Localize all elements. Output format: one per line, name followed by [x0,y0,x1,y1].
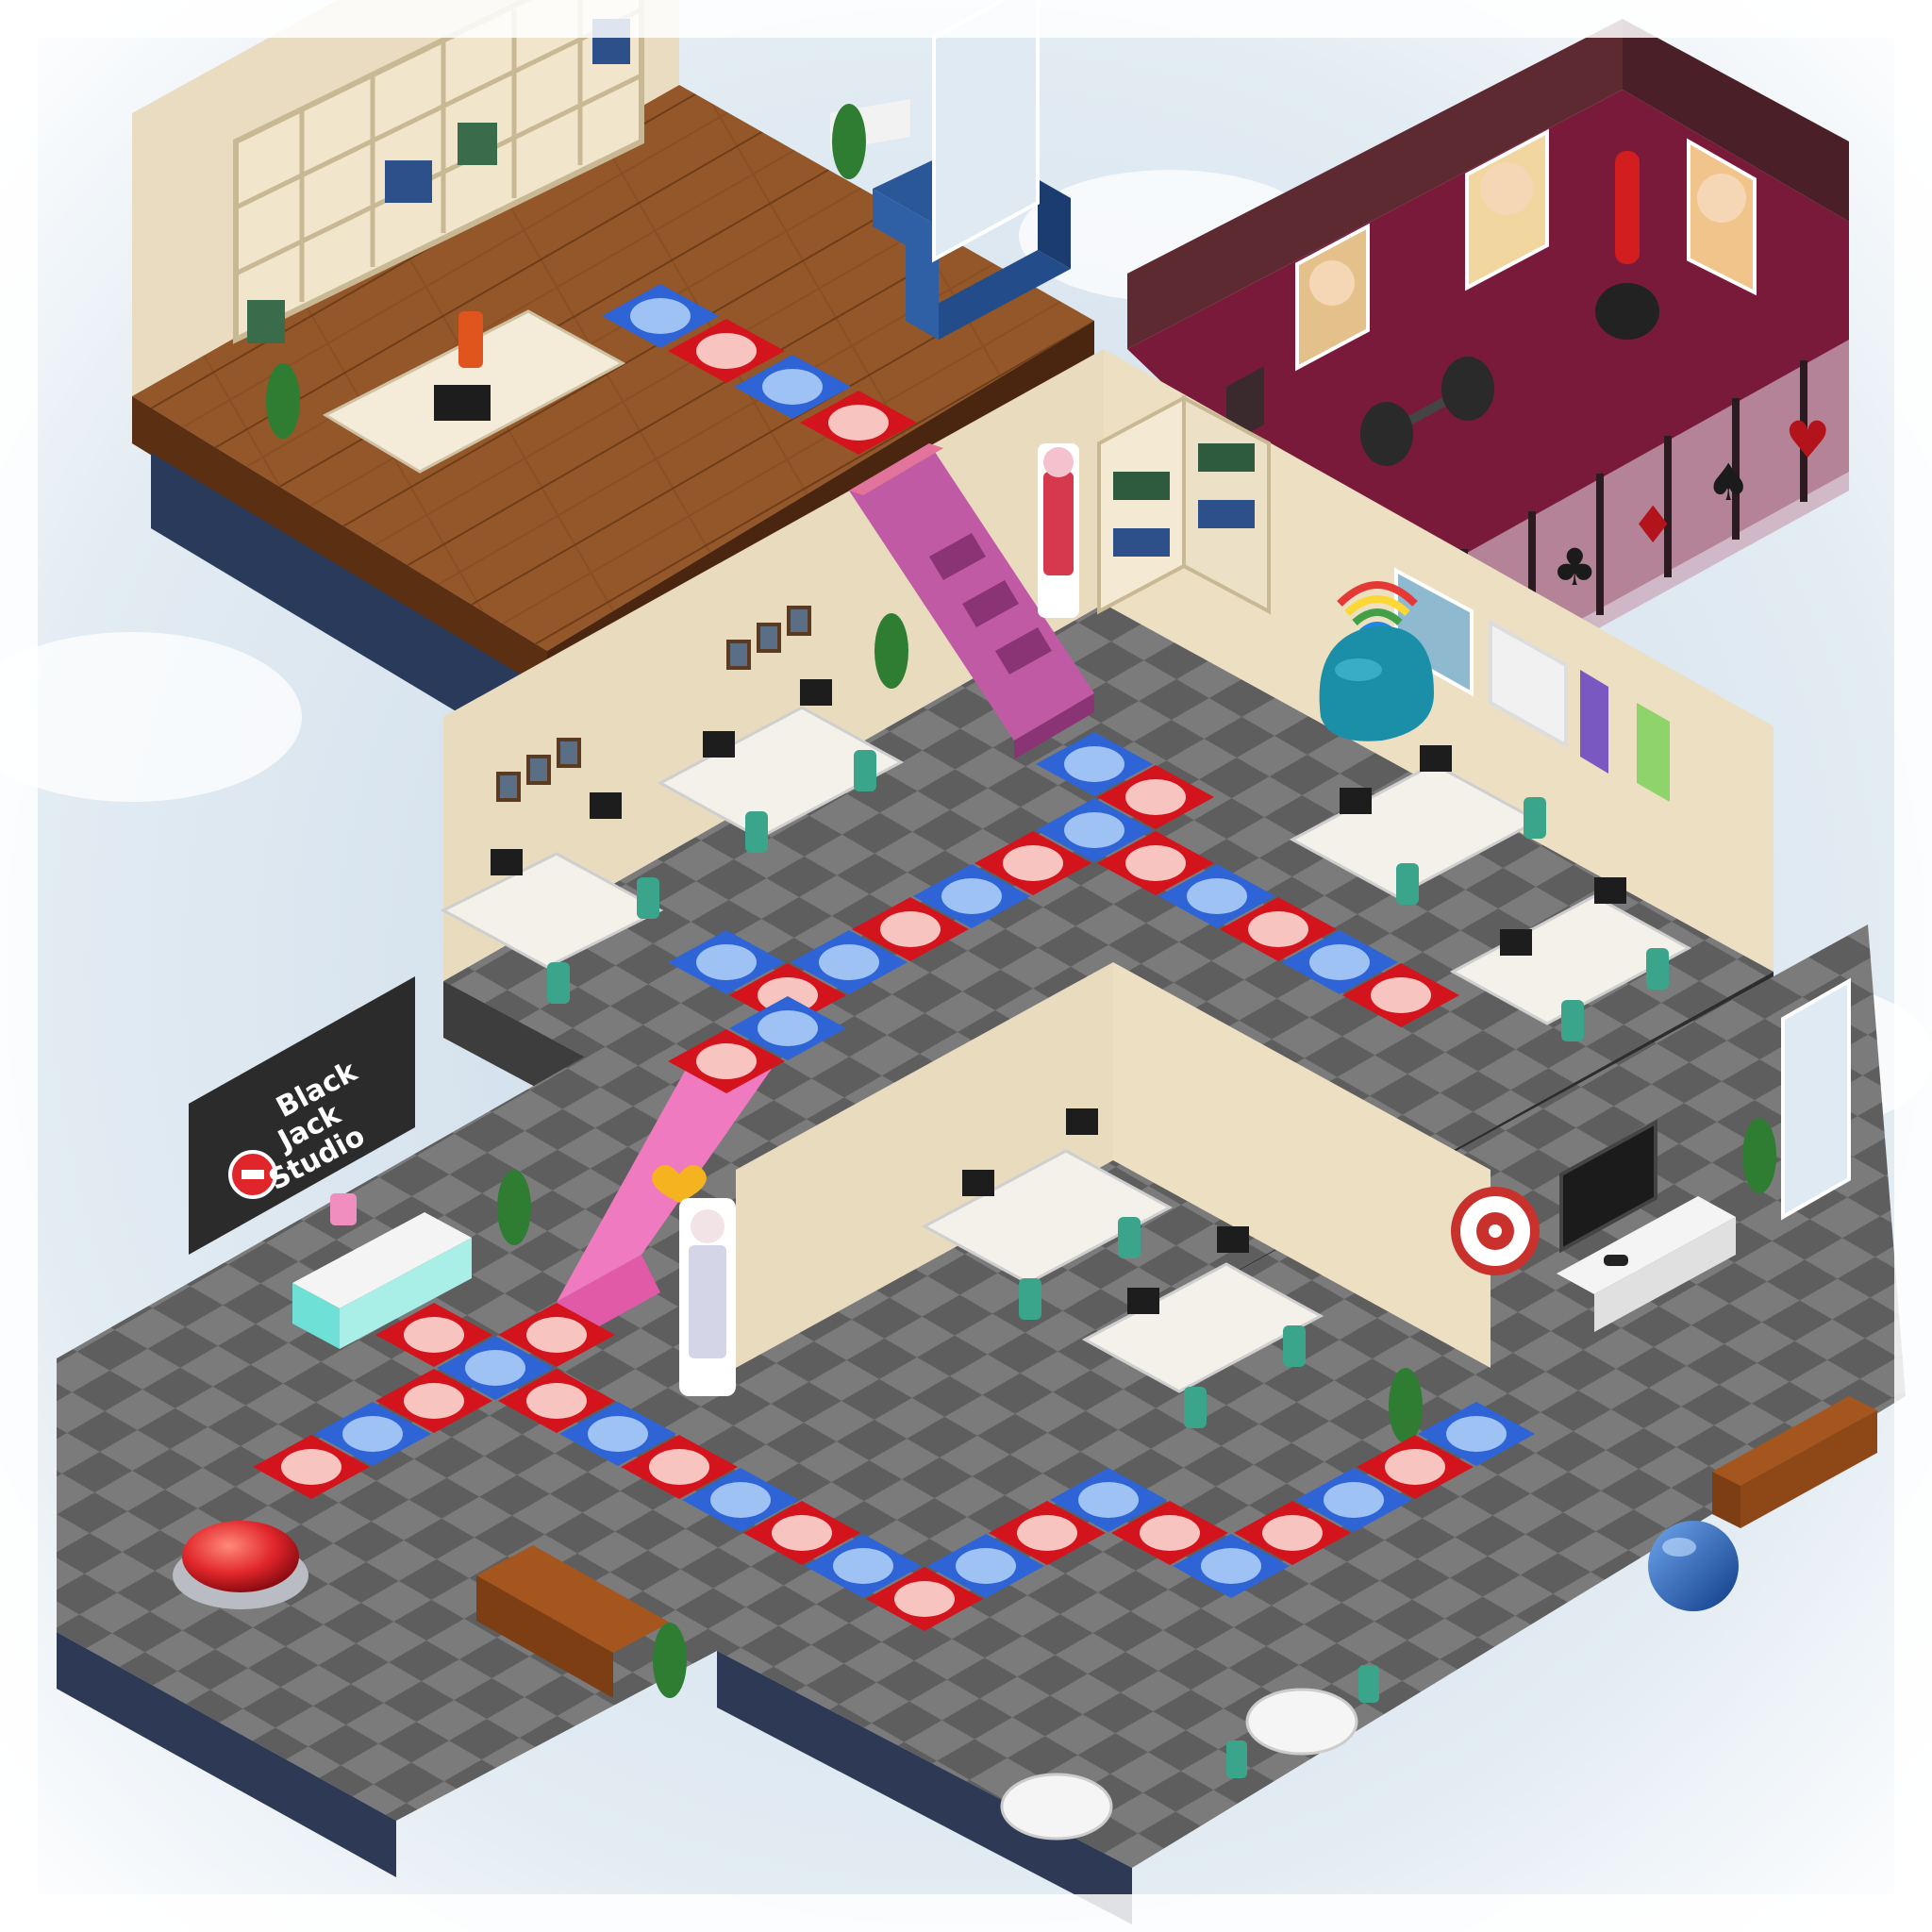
board-tile-dot [1064,812,1124,848]
board-tile-dot [1446,1416,1507,1452]
board-tile-dot [1201,1548,1261,1584]
game-controller-icon[interactable] [1604,1255,1628,1266]
board-tile-dot [465,1350,525,1386]
board-tile-dot [833,1548,893,1584]
card-suit-heart: ♥ [1785,410,1830,470]
board-tile-dot [526,1317,587,1353]
character-standee-lower [679,1198,736,1396]
board-tile-dot [772,1515,832,1551]
board-tile-dot [1309,944,1370,980]
board-tile-dot [404,1317,464,1353]
board-tile-dot [762,369,823,405]
character-standee-top [1038,443,1079,618]
board-tile-dot [1017,1515,1077,1551]
exercise-ball-icon[interactable] [1648,1521,1739,1611]
dartboard-icon[interactable] [1451,1187,1540,1275]
board-tile-dot [1003,845,1063,881]
board-tile-dot [649,1449,709,1485]
right-window [1781,977,1851,1221]
board-tile-dot [956,1548,1016,1584]
card-suit-diamond: ♦ [1630,495,1675,555]
card-suit-club: ♣ [1552,538,1597,597]
board-tile-dot [1078,1482,1139,1518]
board-tile-dot [588,1416,648,1452]
board-tile-dot [1125,779,1186,815]
board-tile-dot [342,1416,403,1452]
board-tile-dot [1140,1515,1200,1551]
board-tile-dot [281,1449,341,1485]
board-tile-dot [710,1482,771,1518]
board-tile-dot [1125,845,1186,881]
isometric-office-scene: ♣ ♦ ♠ ♥ Black Jack Studio [0,0,1932,1932]
board-tile-dot [819,944,879,980]
board-tile-dot [1324,1482,1384,1518]
board-tile-dot [696,944,757,980]
office-chair[interactable] [458,311,483,368]
board-tile-dot [758,1010,818,1046]
board-tile-dot [894,1581,955,1617]
board-tile-dot [1064,746,1124,782]
board-tile-dot [1187,878,1247,914]
board-tile-dot [828,405,889,441]
board-tile-dot [630,298,691,334]
board-tile-dot [880,911,941,947]
board-tile-dot [1262,1515,1323,1551]
board-tile-dot [941,878,1002,914]
board-tile-dot [526,1383,587,1419]
board-tile-dot [696,1043,757,1079]
board-tile-dot [1371,977,1431,1013]
card-suit-spade: ♠ [1706,453,1751,512]
board-tile-dot [696,333,757,369]
board-tile-dot [1248,911,1308,947]
board-tile-dot [1385,1449,1445,1485]
board-tile-dot [404,1383,464,1419]
